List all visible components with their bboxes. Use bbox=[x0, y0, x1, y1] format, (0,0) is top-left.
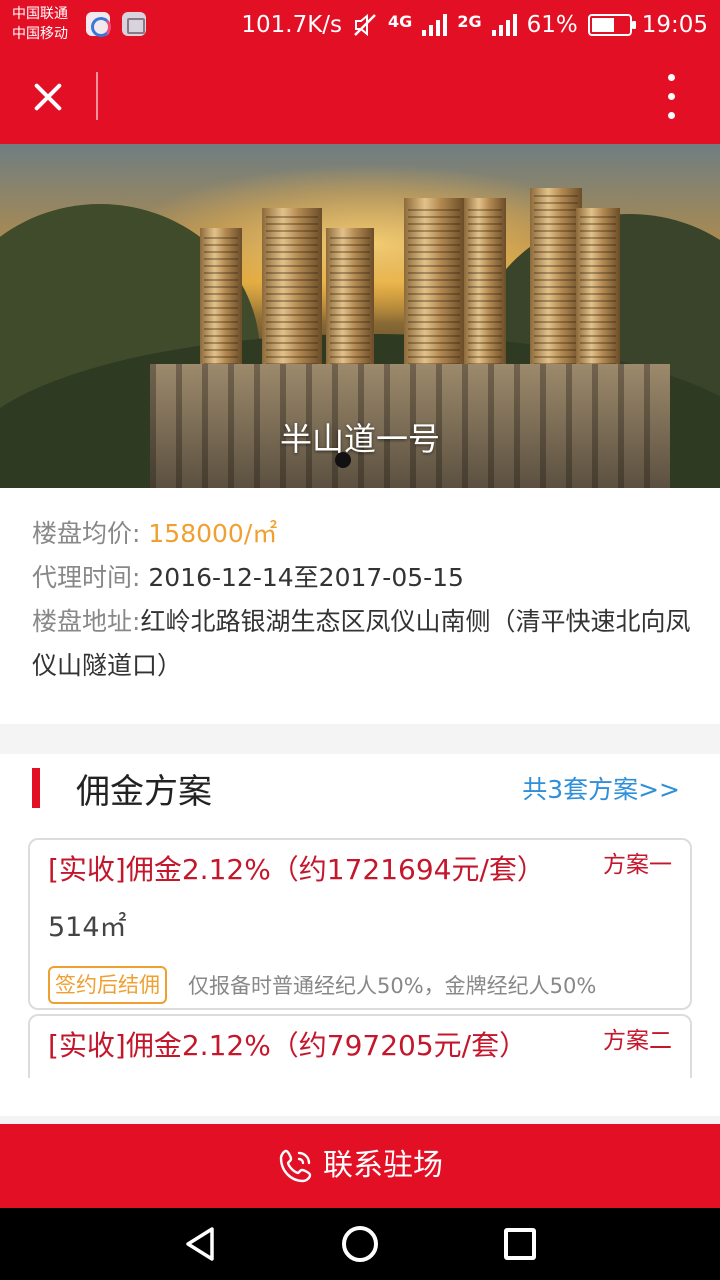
agency-period-value: 2016-12-14至2017-05-15 bbox=[148, 563, 464, 592]
price-label: 楼盘均价: bbox=[32, 519, 141, 548]
address-label: 楼盘地址: bbox=[32, 607, 141, 636]
back-icon[interactable] bbox=[182, 1226, 218, 1262]
price-value: 158000/㎡ bbox=[148, 519, 278, 548]
close-icon[interactable] bbox=[24, 72, 74, 122]
recent-apps-icon[interactable] bbox=[504, 1228, 536, 1260]
more-options-icon[interactable] bbox=[648, 72, 696, 122]
settlement-badge: 签约后结佣 bbox=[48, 966, 167, 1004]
commission-section: 佣金方案 共3套方案>> [实收]佣金2.12%（约1721694元/套） 方案… bbox=[0, 754, 720, 1116]
network-type-1: 4G bbox=[388, 11, 413, 31]
image-notification-icon bbox=[122, 12, 146, 36]
plan-title: [实收]佣金2.12%（约797205元/套） bbox=[48, 1029, 528, 1062]
contact-onsite-button[interactable]: 联系驻场 bbox=[0, 1124, 720, 1208]
contact-label: 联系驻场 bbox=[323, 1148, 443, 1183]
signal-icon-2 bbox=[491, 14, 517, 36]
commission-header: 佣金方案 共3套方案>> bbox=[0, 754, 720, 834]
battery-icon bbox=[587, 14, 636, 36]
plan-tag: 方案二 bbox=[603, 1028, 672, 1054]
notification-app-icon bbox=[86, 12, 111, 37]
signal-icon-1 bbox=[422, 14, 448, 36]
price-row: 楼盘均价: 158000/㎡ bbox=[32, 512, 704, 556]
net-speed: 101.7K/s bbox=[241, 12, 343, 38]
commission-plan-card[interactable]: [实收]佣金2.12%（约1721694元/套） 方案一 514㎡ 签约后结佣 … bbox=[28, 838, 692, 1010]
property-banner[interactable]: 半山道一号 bbox=[0, 144, 720, 488]
address-row: 楼盘地址:红岭北路银湖生态区凤仪山南侧（清平快速北向凤仪山隧道口） bbox=[32, 600, 704, 688]
all-plans-link[interactable]: 共3套方案>> bbox=[522, 772, 680, 808]
network-type-2: 2G bbox=[457, 11, 482, 31]
agency-period-label: 代理时间: bbox=[32, 563, 141, 592]
banner-title: 半山道一号 bbox=[279, 420, 440, 458]
banner-tower bbox=[326, 228, 374, 378]
plan-area: 514㎡ bbox=[48, 912, 127, 943]
banner-tower bbox=[464, 198, 506, 378]
clock: 19:05 bbox=[641, 12, 708, 38]
banner-tower bbox=[200, 228, 242, 378]
phone-icon bbox=[279, 1149, 312, 1183]
system-nav-bar bbox=[0, 1208, 720, 1280]
top-nav-bar bbox=[0, 50, 720, 144]
battery-percent: 61% bbox=[526, 12, 578, 38]
status-bar: 中国联通 中国移动 101.7K/s 4G 2G 61% 19:05 bbox=[0, 0, 720, 50]
banner-tower bbox=[404, 198, 464, 378]
mute-icon bbox=[354, 13, 376, 37]
banner-tower bbox=[576, 208, 620, 378]
carousel-indicator-dot[interactable] bbox=[335, 452, 351, 468]
status-indicators: 101.7K/s 4G 2G 61% 19:05 bbox=[241, 0, 708, 50]
carrier-1: 中国联通 bbox=[12, 6, 68, 22]
plan-tag: 方案一 bbox=[603, 852, 672, 878]
carrier-2: 中国移动 bbox=[12, 26, 68, 42]
carrier-info: 中国联通 中国移动 bbox=[12, 4, 68, 44]
plan-title: [实收]佣金2.12%（约1721694元/套） bbox=[48, 853, 545, 886]
battery-fill bbox=[591, 18, 614, 32]
banner-tower bbox=[530, 188, 582, 378]
nav-divider bbox=[96, 72, 98, 120]
home-icon[interactable] bbox=[342, 1226, 378, 1262]
property-info: 楼盘均价: 158000/㎡ 代理时间: 2016-12-14至2017-05-… bbox=[0, 488, 720, 724]
commission-title: 佣金方案 bbox=[76, 772, 212, 812]
banner-tower bbox=[262, 208, 322, 378]
section-accent-bar bbox=[32, 768, 40, 808]
commission-plan-card[interactable]: [实收]佣金2.12%（约797205元/套） 方案二 bbox=[28, 1014, 692, 1078]
plan-note: 仅报备时普通经纪人50%，金牌经纪人50% bbox=[188, 974, 597, 998]
agency-period-row: 代理时间: 2016-12-14至2017-05-15 bbox=[32, 556, 704, 600]
